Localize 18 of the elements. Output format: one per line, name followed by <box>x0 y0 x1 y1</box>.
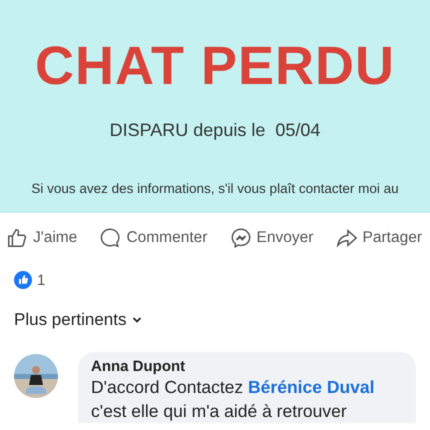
comment-button[interactable]: Commenter <box>99 227 208 249</box>
speech-bubble-icon <box>99 227 122 249</box>
like-button[interactable]: J'aime <box>6 227 78 249</box>
share-arrow-icon <box>336 227 358 249</box>
comment-text: D'accord Contactez Bérénice Duval <box>91 376 376 399</box>
share-button[interactable]: Partager <box>336 227 422 249</box>
reaction-count: 1 <box>37 272 46 288</box>
thumbs-up-icon <box>6 227 28 249</box>
poster-title: CHAT PERDU <box>35 35 395 98</box>
like-reaction-icon <box>14 271 32 289</box>
poster-subtitle: DISPARU depuis le 05/04 <box>110 120 320 141</box>
poster-info: Si vous avez des informations, s'il vous plaît contacter moi au <box>31 181 399 196</box>
chevron-down-icon <box>132 316 142 324</box>
send-button[interactable]: Envoyer <box>230 227 314 249</box>
comment-text: c'est elle qui m'a aidé à retrouver <box>91 400 348 423</box>
messenger-icon <box>230 227 252 249</box>
comment-author[interactable]: Anna Dupont <box>91 358 404 375</box>
sort-dropdown[interactable]: Plus pertinents <box>14 310 142 330</box>
